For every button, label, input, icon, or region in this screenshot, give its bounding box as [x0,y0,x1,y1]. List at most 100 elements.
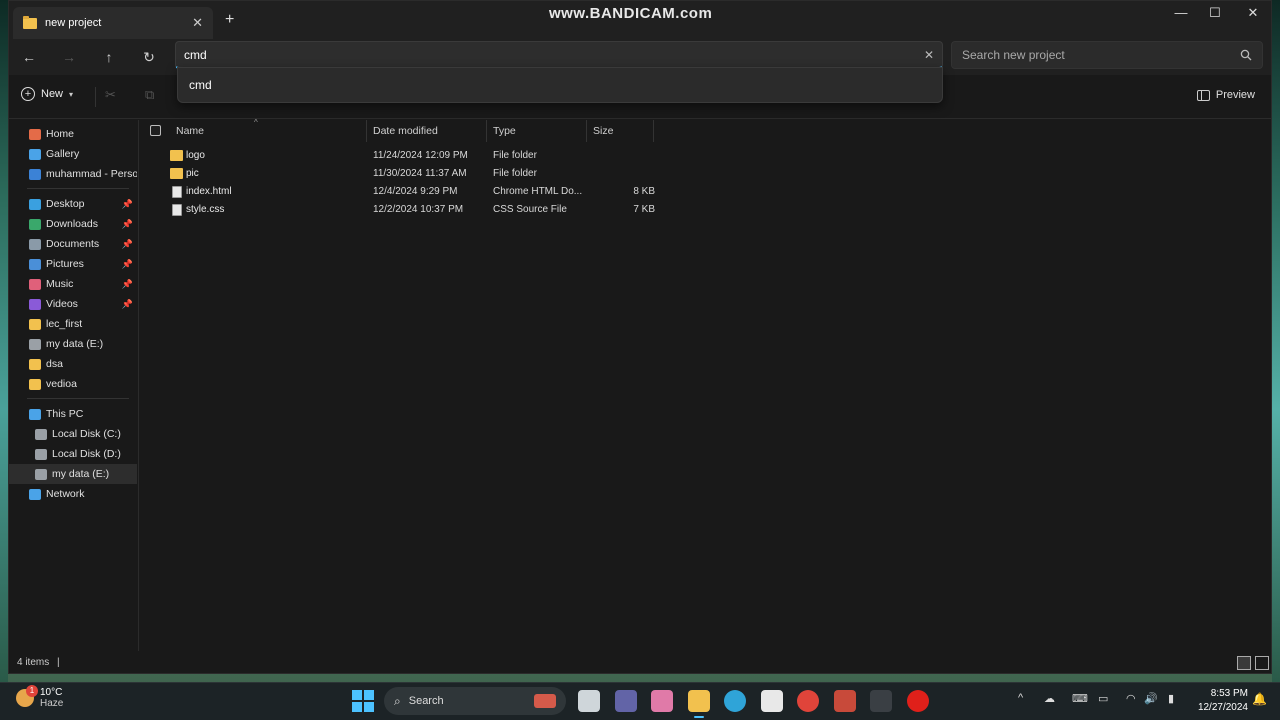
up-button[interactable]: ↑ [97,45,121,69]
sidebar-item[interactable]: dsa [9,354,137,374]
network-icon [29,488,41,500]
cloud-icon [29,168,41,180]
desktop-icon [29,198,41,210]
file-explorer-icon[interactable] [687,690,710,718]
file-row[interactable]: logo 11/24/2024 12:09 PM File folder [140,147,760,165]
store-icon[interactable] [760,690,783,712]
sidebar-item[interactable]: Pictures 📌 [9,254,137,274]
volume-icon[interactable]: 🔊 [1144,692,1158,705]
sidebar-item[interactable]: Desktop 📌 [9,194,137,214]
folder-icon [29,358,41,370]
pc-icon [29,408,41,420]
file-name: pic [186,168,199,179]
copy-icon[interactable]: ⧉ [145,87,154,103]
folder-icon [170,168,183,179]
drive-icon [29,338,41,350]
sidebar-item[interactable]: This PC [9,404,137,424]
taskbar-search-label: Search [408,695,444,707]
forward-button[interactable]: → [57,45,81,69]
pin-icon: 📌 [121,218,133,229]
sidebar-item[interactable]: Downloads 📌 [9,214,137,234]
copilot-icon[interactable] [651,690,673,712]
close-window-button[interactable]: ✕ [1233,5,1273,21]
sidebar-item-label: Home [46,128,75,140]
chevron-down-icon: ▾ [69,89,74,99]
column-type[interactable]: Type [487,120,585,142]
sidebar-item[interactable]: Local Disk (D:) [9,444,137,464]
teams-icon[interactable] [614,690,637,712]
start-button[interactable] [352,690,374,712]
address-bar[interactable]: ✕ [175,41,943,69]
column-divider[interactable] [653,120,654,142]
terminal-icon[interactable] [870,690,892,712]
back-button[interactable]: ← [17,45,41,69]
sidebar-item[interactable]: Local Disk (C:) [9,424,137,444]
clock[interactable]: 8:53 PM 12/27/2024 [1186,687,1248,715]
new-tab-button[interactable]: + [225,11,234,29]
file-explorer-window: new project ✕ + www.BANDICAM.com — ☐ ✕ ←… [8,0,1272,674]
battery-icon[interactable]: ▮ [1168,692,1174,705]
weather-condition: Haze [40,698,64,709]
file-row[interactable]: pic 11/30/2024 11:37 AM File folder [140,165,760,183]
show-hidden-icons[interactable]: ^ [1018,692,1023,704]
sidebar-item[interactable]: Videos 📌 [9,294,137,314]
file-list: ^ Name Date modified Type Size logo 11/24… [140,118,1271,651]
tiles-view-icon[interactable] [1255,656,1269,670]
cut-icon[interactable]: ✂ [105,87,116,103]
sidebar-item-label: my data (E:) [52,468,110,480]
windows-logo-pane [352,690,362,700]
notification-bell-icon[interactable]: 🔔 [1252,692,1267,706]
sidebar-item[interactable]: Gallery [9,144,137,164]
column-name[interactable]: Name [170,120,366,142]
file-row[interactable]: index.html 12/4/2024 9:29 PM Chrome HTML D… [140,183,760,201]
taskbar-search[interactable]: ⌕ Search [384,687,566,715]
chrome-icon[interactable] [797,690,819,712]
tab-new-project[interactable]: new project ✕ [13,7,213,39]
file-date-modified: 12/4/2024 9:29 PM [373,186,458,197]
sidebar-item-label: This PC [46,408,84,420]
keyboard-icon[interactable]: ⌨ [1072,692,1088,705]
search-input[interactable] [962,48,1240,62]
record-icon[interactable] [906,690,929,712]
address-input[interactable] [184,47,924,62]
preview-button[interactable]: Preview [1196,89,1255,101]
sidebar-item[interactable]: my data (E:) [9,464,137,484]
refresh-button[interactable]: ↻ [137,45,161,69]
search-icon [1240,49,1252,61]
edge-icon[interactable] [724,690,746,712]
sidebar-item[interactable]: Music 📌 [9,274,137,294]
file-size: 8 KB [633,186,655,197]
file-row[interactable]: style.css 12/2/2024 10:37 PM CSS Source Fi… [140,201,760,219]
maximize-button[interactable]: ☐ [1195,5,1235,21]
sidebar-item-label: my data (E:) [46,338,104,350]
onedrive-icon[interactable]: ☁ [1044,692,1055,705]
sidebar-item[interactable]: Documents 📌 [9,234,137,254]
pin-icon: 📌 [121,238,133,249]
tab-close-icon[interactable]: ✕ [192,15,203,31]
search-box[interactable] [951,41,1263,69]
display-icon[interactable]: ▭ [1098,692,1108,705]
weather-widget[interactable]: 1 10°C Haze [16,685,64,709]
home-icon [29,128,41,140]
select-all-checkbox[interactable] [150,125,161,136]
sidebar-item[interactable]: muhammad - Person [9,164,137,184]
address-suggestion[interactable]: cmd [177,67,943,103]
clear-address-icon[interactable]: ✕ [924,48,934,62]
windows-logo-pane [352,702,362,712]
clock-time: 8:53 PM [1210,688,1248,699]
sidebar-item[interactable]: vedioa [9,374,137,394]
details-view-icon[interactable] [1237,656,1251,670]
sidebar-item[interactable]: Home [9,124,137,144]
new-button[interactable]: + New ▾ [21,87,73,101]
folder-icon [170,150,183,161]
task-view-icon[interactable] [578,690,600,712]
wifi-icon[interactable]: ◠ [1126,692,1136,705]
file-date-modified: 11/24/2024 12:09 PM [373,150,468,161]
sidebar-item[interactable]: lec_first [9,314,137,334]
app-icon[interactable] [833,690,856,712]
column-size[interactable]: Size [587,120,653,142]
sidebar-item-label: Network [46,488,85,500]
sidebar-item[interactable]: Network [9,484,137,504]
column-date-modified[interactable]: Date modified [367,120,485,142]
sidebar-item[interactable]: my data (E:) [9,334,137,354]
